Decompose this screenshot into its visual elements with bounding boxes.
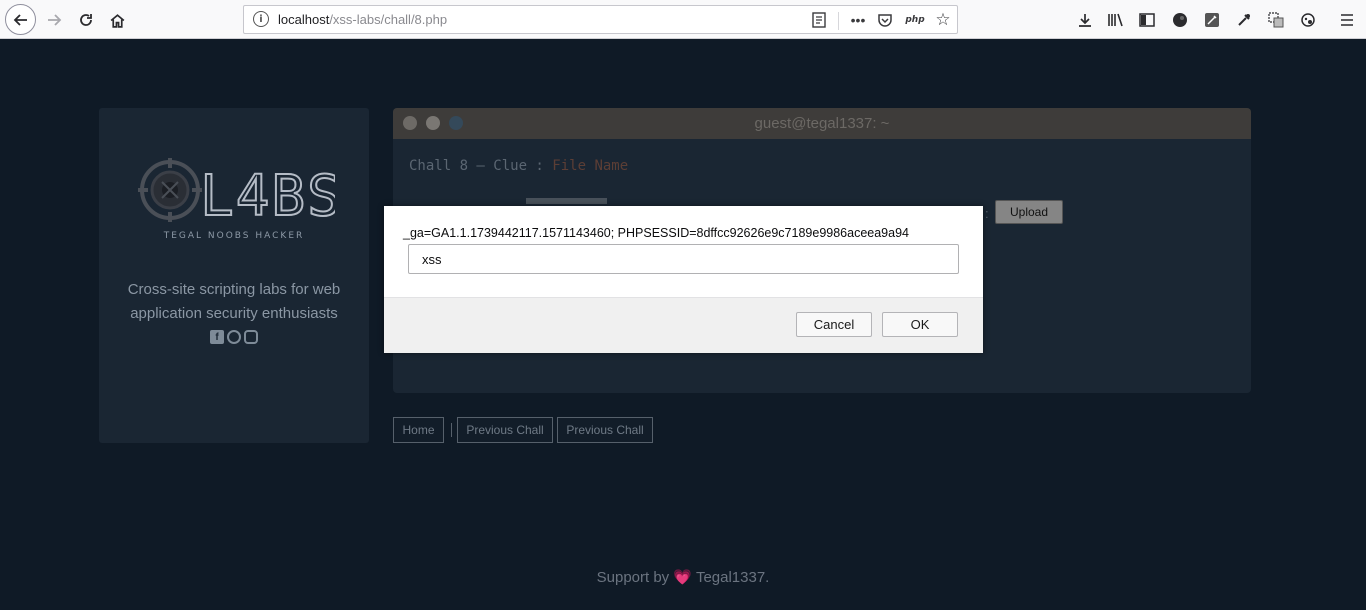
labs-logo: L4BS (138, 158, 335, 230)
browser-toolbar: i localhost/xss-labs/chall/8.php ••• php… (0, 0, 1366, 39)
reader-view-icon[interactable] (809, 10, 829, 30)
more-icon[interactable]: ••• (848, 10, 868, 30)
url-text[interactable]: localhost/xss-labs/chall/8.php (278, 12, 447, 27)
instagram-icon[interactable] (244, 330, 258, 344)
reload-icon[interactable] (72, 6, 100, 34)
bookmark-star-icon[interactable]: ☆ (933, 10, 953, 30)
library-icon[interactable] (1102, 6, 1130, 34)
prompt-dialog: _ga=GA1.1.1739442117.1571143460; PHPSESS… (384, 206, 983, 353)
previous-chall-button-2[interactable]: Previous Chall (557, 417, 653, 443)
extension-edit-icon[interactable] (1198, 6, 1226, 34)
svg-text:L4BS: L4BS (200, 164, 335, 229)
labs-description: Cross-site scripting labs for web applic… (127, 281, 341, 322)
terminal-title: guest@tegal1337: ~ (754, 115, 890, 132)
file-label-colon: : (985, 206, 989, 221)
previous-chall-button[interactable]: Previous Chall (457, 417, 553, 443)
logo-tagline: TEGAL NOOBS HACKER (163, 231, 305, 241)
clue-line: Chall 8 — Clue : File Name (409, 158, 629, 174)
clue-value: File Name (552, 158, 629, 174)
social-links: f (99, 330, 369, 344)
menu-icon[interactable] (1333, 6, 1361, 34)
upload-button[interactable]: Upload (995, 200, 1063, 224)
dialog-message: _ga=GA1.1.1739442117.1571143460; PHPSESS… (403, 226, 909, 240)
pocket-icon[interactable] (875, 10, 895, 30)
extension-dark-icon[interactable] (1166, 6, 1194, 34)
prompt-input[interactable] (408, 244, 959, 274)
back-icon[interactable] (5, 4, 36, 35)
url-bar[interactable]: i localhost/xss-labs/chall/8.php ••• php… (243, 5, 958, 34)
ok-button[interactable]: OK (882, 312, 958, 337)
home-icon[interactable] (103, 6, 131, 34)
home-button[interactable]: Home (393, 417, 444, 443)
cancel-button[interactable]: Cancel (796, 312, 872, 337)
heart-icon: 💗 (673, 569, 693, 586)
info-icon[interactable]: i (253, 11, 269, 27)
footer-link[interactable]: Tegal1337. (692, 569, 769, 586)
sidebar-icon[interactable] (1133, 6, 1161, 34)
download-icon[interactable] (1071, 6, 1099, 34)
forward-icon[interactable] (40, 6, 68, 34)
dialog-footer: Cancel OK (384, 297, 983, 353)
php-icon[interactable]: php (905, 10, 925, 30)
url-separator (838, 12, 839, 30)
file-choose-button[interactable] (526, 198, 607, 204)
extension-palette-icon[interactable] (1294, 6, 1322, 34)
facebook-icon[interactable]: f (210, 330, 224, 344)
terminal-titlebar: guest@tegal1337: ~ (393, 108, 1251, 139)
github-icon[interactable] (227, 330, 241, 344)
nav-separator (451, 423, 452, 437)
footer: Support by 💗 Tegal1337. (596, 569, 770, 586)
screenshot-icon[interactable] (1262, 6, 1290, 34)
eyedropper-icon[interactable] (1230, 6, 1258, 34)
